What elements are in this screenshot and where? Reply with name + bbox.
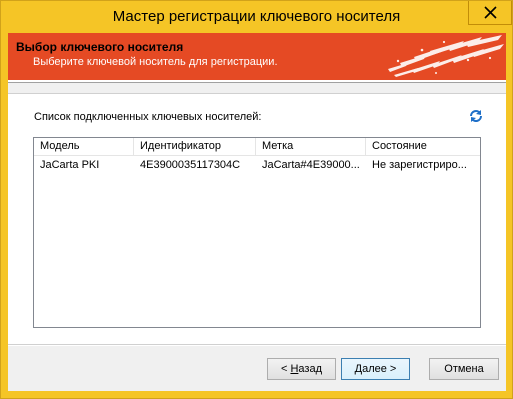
column-header-identifier[interactable]: Идентификатор (134, 138, 256, 155)
wizard-body: Выбор ключевого носителя Выберите ключев… (8, 33, 506, 391)
window-title: Мастер регистрации ключевого носителя (112, 8, 401, 25)
next-button-label: алее > (362, 363, 397, 375)
cancel-button[interactable]: Отмена (429, 358, 499, 380)
title-bar[interactable]: Мастер регистрации ключевого носителя (1, 1, 512, 33)
back-button-label: азад (298, 363, 322, 375)
table-row[interactable]: JaCarta PKI 4E3900035117304C JaCarta#4E3… (34, 157, 480, 174)
next-button[interactable]: Далее > (341, 358, 410, 380)
list-header: Модель Идентификатор Метка Состояние (34, 138, 480, 156)
cell-identifier: 4E3900035117304C (140, 159, 241, 171)
key-media-list[interactable]: Модель Идентификатор Метка Состояние JaC… (33, 137, 481, 328)
list-caption: Список подключенных ключевых носителей: (34, 111, 262, 123)
back-button[interactable]: < Назад (267, 358, 336, 380)
cell-model: JaCarta PKI (40, 159, 100, 171)
content-panel: Список подключенных ключевых носителей: … (8, 93, 506, 345)
banner-title: Выбор ключевого носителя (16, 40, 184, 54)
footer-divider (8, 345, 506, 346)
column-header-status[interactable]: Состояние (366, 138, 480, 155)
cell-status: Не зарегистриро... (372, 159, 467, 171)
header-banner: Выбор ключевого носителя Выберите ключев… (8, 33, 506, 80)
next-button-mnemonic: Д (354, 363, 363, 375)
wizard-window: Мастер регистрации ключевого носителя Вы… (0, 0, 513, 399)
close-icon (484, 6, 497, 19)
close-button[interactable] (468, 1, 512, 25)
refresh-icon[interactable] (468, 108, 484, 124)
column-header-label[interactable]: Метка (256, 138, 366, 155)
column-header-model[interactable]: Модель (34, 138, 134, 155)
banner-divider (8, 80, 506, 83)
banner-subtitle: Выберите ключевой носитель для регистрац… (33, 56, 278, 68)
tire-track-decoration (388, 35, 504, 77)
cell-label: JaCarta#4E39000... (262, 159, 360, 171)
